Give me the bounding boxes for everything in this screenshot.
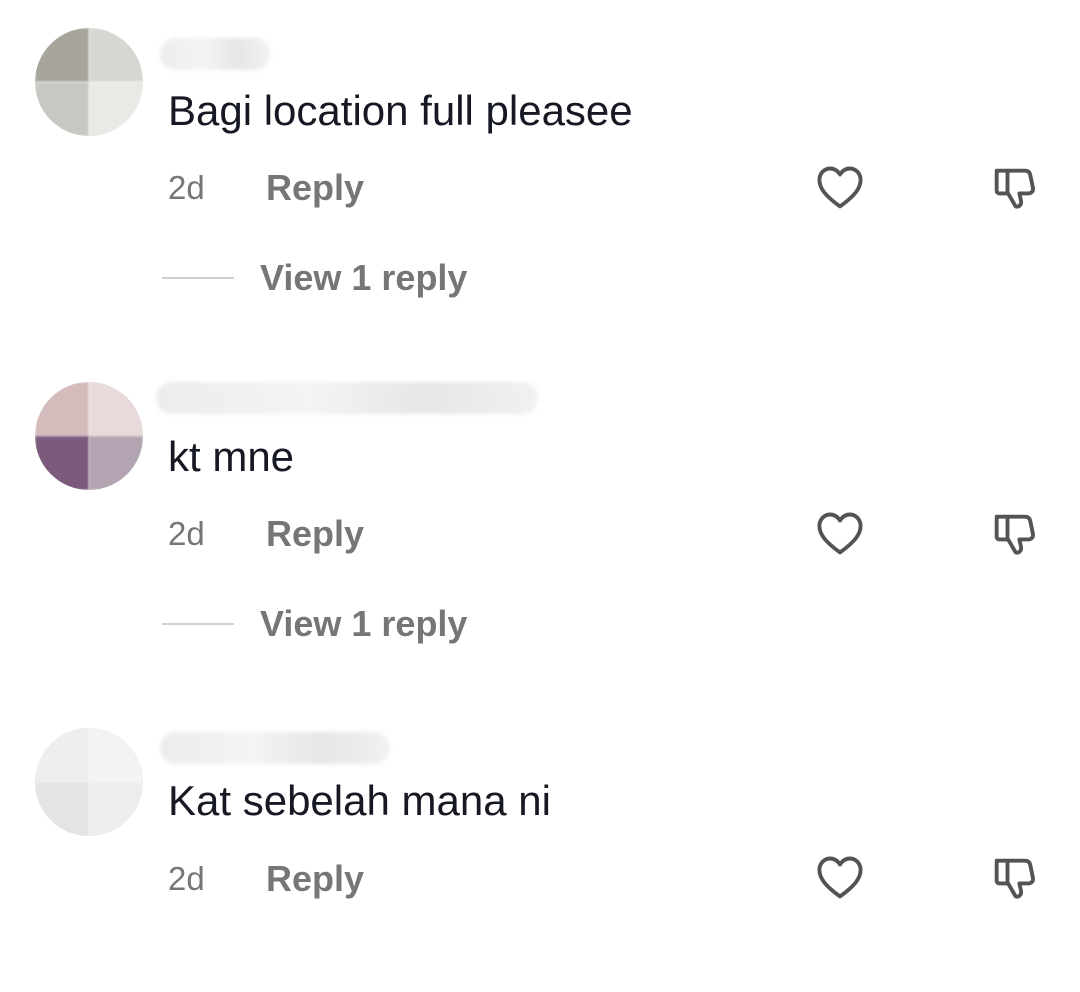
avatar[interactable] <box>35 382 143 490</box>
avatar[interactable] <box>35 28 143 136</box>
avatar-segment <box>35 728 89 782</box>
reply-button[interactable]: Reply <box>266 168 364 208</box>
avatar-segment <box>89 436 143 490</box>
avatar-segment <box>35 436 89 490</box>
thumbs-down-icon[interactable] <box>988 508 1040 560</box>
comment-text: Bagi location full pleasee <box>168 87 633 134</box>
avatar-segment <box>35 82 89 136</box>
comment-text: kt mne <box>168 433 295 480</box>
username-redacted[interactable] <box>160 732 390 764</box>
comment-time: 2d <box>168 169 205 206</box>
heart-icon[interactable] <box>814 852 866 904</box>
comment-item: kt mne 2d Reply View 1 reply <box>0 346 1080 646</box>
avatar[interactable] <box>35 728 143 836</box>
avatar-segment <box>89 728 143 782</box>
heart-icon[interactable] <box>814 162 866 214</box>
comment-text: Kat sebelah mana ni <box>168 777 551 824</box>
view-replies-button[interactable]: View 1 reply <box>162 602 467 646</box>
view-replies-label: View 1 reply <box>260 257 468 298</box>
avatar-segment <box>89 382 143 436</box>
view-replies-button[interactable]: View 1 reply <box>162 256 467 300</box>
reply-button[interactable]: Reply <box>266 514 364 554</box>
username-redacted[interactable] <box>156 382 538 414</box>
view-replies-label: View 1 reply <box>260 603 468 644</box>
thumbs-down-icon[interactable] <box>988 162 1040 214</box>
comment-item: Bagi location full pleasee 2d Reply View… <box>0 0 1080 300</box>
avatar-segment <box>89 28 143 82</box>
divider <box>162 277 234 279</box>
avatar-segment <box>35 782 89 836</box>
heart-icon[interactable] <box>814 508 866 560</box>
comment-item: Kat sebelah mana ni 2d Reply <box>0 692 1080 992</box>
avatar-segment <box>35 28 89 82</box>
avatar-segment <box>89 782 143 836</box>
thumbs-down-icon[interactable] <box>988 852 1040 904</box>
comment-time: 2d <box>168 860 205 897</box>
username-redacted[interactable] <box>160 38 270 70</box>
divider <box>162 623 234 625</box>
avatar-segment <box>35 382 89 436</box>
reply-button[interactable]: Reply <box>266 859 364 899</box>
comment-time: 2d <box>168 515 205 552</box>
avatar-segment <box>89 82 143 136</box>
